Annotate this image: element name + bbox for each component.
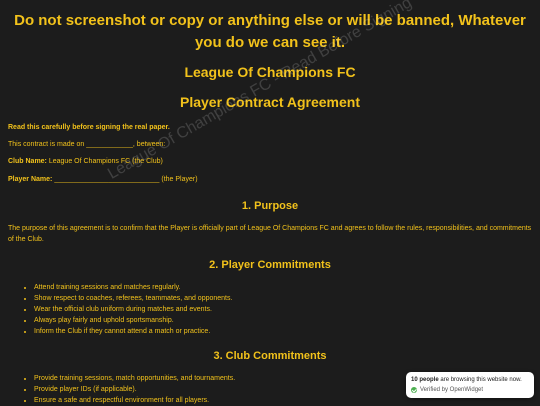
club-name-line: Club Name: League Of Champions FC (the C…: [8, 157, 163, 167]
player-name-line: Player Name: ___________________________…: [8, 175, 198, 185]
player-commitments-list: Attend training sessions and matches reg…: [8, 282, 232, 337]
list-item: Ensure a safe and respectful environment…: [34, 395, 235, 406]
visitors-count-line: 10 people are browsing this website now.: [411, 377, 522, 383]
list-item: Provide player IDs (if applicable).: [34, 384, 235, 395]
list-item: Provide training sessions, match opportu…: [34, 373, 235, 384]
player-name-label: Player Name:: [8, 176, 53, 183]
verified-check-icon: [411, 387, 417, 393]
list-item: Attend training sessions and matches reg…: [34, 282, 232, 293]
section-purpose-heading: 1. Purpose: [241, 200, 299, 212]
contract-page: Do not screenshot or copy or anything el…: [0, 0, 540, 405]
read-notice: Read this carefully before signing the r…: [8, 124, 170, 131]
list-item: Always play fairly and uphold sportsmans…: [34, 315, 232, 326]
page-title: League Of Champions FC: [184, 64, 356, 80]
list-item: Show respect to coaches, referees, teamm…: [34, 293, 232, 304]
visitors-count-suffix: are browsing this website now.: [440, 377, 522, 383]
visitors-widget[interactable]: 10 people are browsing this website now.…: [406, 372, 534, 398]
section-club-commitments-heading: 3. Club Commitments: [213, 350, 327, 362]
club-name-value: League Of Champions FC (the Club): [48, 158, 163, 165]
section-player-commitments-heading: 2. Player Commitments: [209, 259, 331, 271]
visitors-count: 10 people: [411, 377, 439, 383]
warning-banner: Do not screenshot or copy or anything el…: [14, 12, 526, 51]
verified-text: Verified by OpenWidget: [420, 387, 484, 393]
list-item: Wear the official club uniform during ma…: [34, 304, 232, 315]
page-subtitle: Player Contract Agreement: [180, 94, 360, 110]
section-purpose-text: The purpose of this agreement is to conf…: [8, 225, 532, 243]
club-name-label: Club Name:: [8, 158, 47, 165]
verified-line[interactable]: Verified by OpenWidget: [411, 387, 483, 393]
player-name-value: ___________________________ (the Player): [54, 176, 198, 183]
list-item: Inform the Club if they cannot attend a …: [34, 326, 232, 337]
club-commitments-list: Provide training sessions, match opportu…: [8, 373, 235, 406]
contract-date-line: This contract is made on ____________, b…: [8, 141, 166, 148]
